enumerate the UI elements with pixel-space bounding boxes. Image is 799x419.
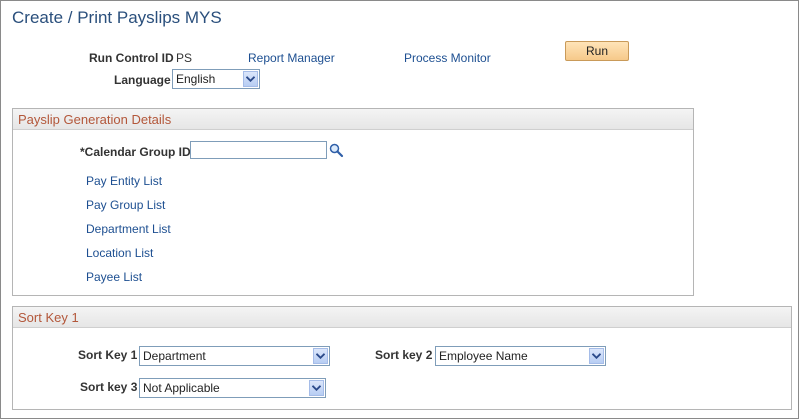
department-list-link[interactable]: Department List	[86, 222, 171, 236]
pay-group-list-link[interactable]: Pay Group List	[86, 198, 165, 212]
sort-key-1-value: Department	[143, 349, 206, 363]
chevron-down-icon	[243, 71, 258, 87]
run-button[interactable]: Run	[565, 41, 629, 61]
payslip-section-header: Payslip Generation Details	[13, 109, 693, 130]
sort-key-2-label: Sort key 2	[375, 348, 433, 362]
calendar-group-input[interactable]	[190, 141, 327, 159]
language-label: Language	[114, 73, 171, 87]
location-list-link[interactable]: Location List	[86, 246, 153, 260]
chevron-down-icon	[309, 380, 324, 396]
calendar-group-label: *Calendar Group ID	[80, 145, 191, 159]
sort-key-2-select[interactable]: Employee Name	[435, 346, 606, 366]
sort-key-1-label: Sort Key 1	[78, 348, 138, 362]
pay-entity-list-link[interactable]: Pay Entity List	[86, 174, 162, 188]
sort-key-3-label: Sort key 3	[80, 380, 138, 394]
sort-key-section-header: Sort Key 1	[13, 307, 791, 328]
run-control-label: Run Control ID	[89, 51, 174, 65]
process-monitor-link[interactable]: Process Monitor	[404, 51, 491, 65]
run-control-value: PS	[176, 51, 193, 65]
report-manager-link[interactable]: Report Manager	[248, 51, 335, 65]
language-select-value: English	[176, 72, 216, 86]
language-select[interactable]: English	[172, 69, 260, 89]
sort-key-2-value: Employee Name	[439, 349, 528, 363]
page-title: Create / Print Payslips MYS	[12, 8, 222, 27]
magnifier-icon[interactable]	[329, 143, 344, 161]
sort-key-section-title: Sort Key 1	[18, 310, 79, 325]
payslip-section-title: Payslip Generation Details	[18, 112, 172, 127]
sort-key-1-select[interactable]: Department	[139, 346, 330, 366]
sort-key-3-select[interactable]: Not Applicable	[139, 378, 326, 398]
chevron-down-icon	[313, 348, 328, 364]
sort-key-3-value: Not Applicable	[143, 381, 220, 395]
payee-list-link[interactable]: Payee List	[86, 270, 142, 284]
chevron-down-icon	[589, 348, 604, 364]
